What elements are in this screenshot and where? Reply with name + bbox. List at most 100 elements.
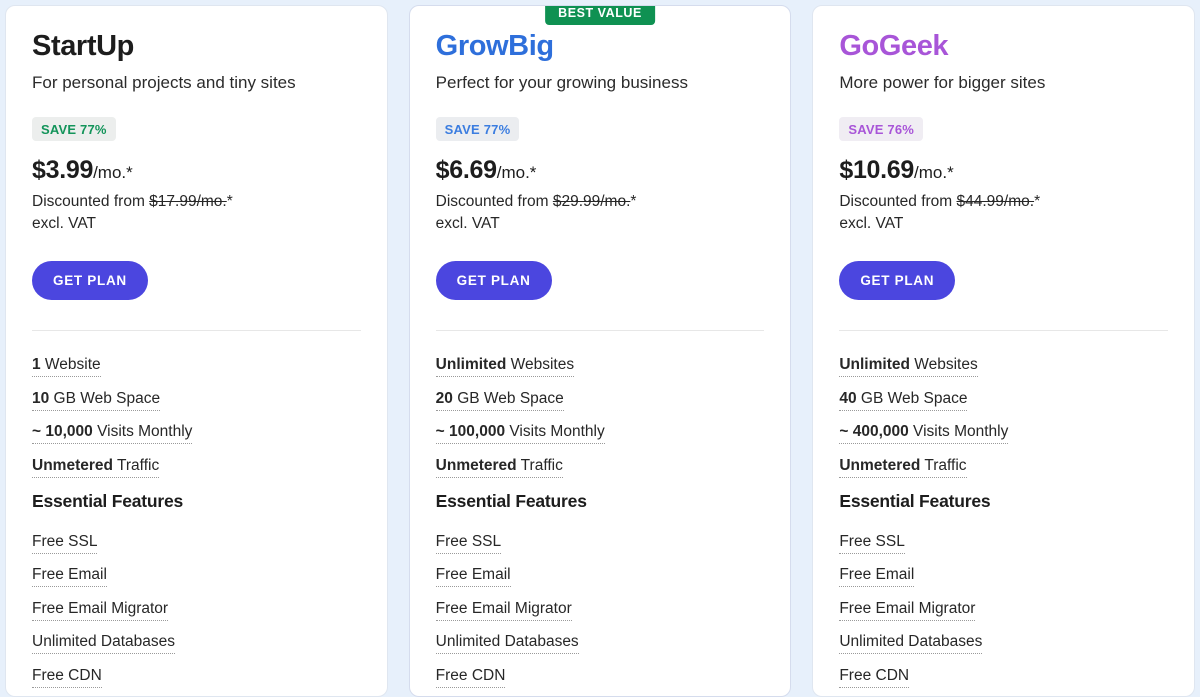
old-price: $17.99/mo. <box>149 192 227 210</box>
features-heading: Essential Features <box>435 491 587 512</box>
get-plan-button[interactable]: GET PLAN <box>839 260 956 301</box>
spec-label: Visits Monthly <box>908 423 1009 441</box>
feature-list: Free SSL Free Email Free Email Migrator … <box>435 532 765 696</box>
feature-item[interactable]: Free CDN <box>435 666 765 688</box>
spec-item[interactable]: 1 Website <box>32 356 361 378</box>
discount-line: Discounted from $44.99/mo.* <box>839 192 1168 213</box>
spec-list: 1 Website 10 GB Web Space ~ 10,000 Visit… <box>32 356 361 478</box>
get-plan-button[interactable]: GET PLAN <box>435 260 552 301</box>
save-badge: SAVE 77% <box>32 117 116 142</box>
spec-label: GB Web Space <box>49 389 161 407</box>
discount-prefix: Discounted from <box>32 192 150 210</box>
feature-item[interactable]: Free Email <box>32 566 361 588</box>
spec-value: Unmetered <box>435 456 517 474</box>
feature-item[interactable]: Free Email Migrator <box>32 599 361 621</box>
save-badge: SAVE 76% <box>839 117 924 142</box>
plan-title: StartUp <box>32 30 134 62</box>
spec-label: Websites <box>909 356 978 374</box>
spec-value: Unmetered <box>32 456 113 474</box>
spec-item[interactable]: Unlimited Websites <box>435 356 765 378</box>
discount-suffix: * <box>1034 192 1041 210</box>
feature-item[interactable]: Unlimited Databases <box>839 633 1168 655</box>
plan-card-gogeek[interactable]: GoGeek More power for bigger sites SAVE … <box>812 5 1196 697</box>
spec-item[interactable]: Unlimited Websites <box>839 356 1168 378</box>
pricing-plans-grid: StartUp For personal projects and tiny s… <box>0 0 1200 697</box>
spec-label: GB Web Space <box>452 389 564 407</box>
spec-item[interactable]: Unmetered Traffic <box>32 456 361 478</box>
spec-item[interactable]: ~ 10,000 Visits Monthly <box>32 423 361 445</box>
discount-prefix: Discounted from <box>435 192 553 210</box>
feature-item[interactable]: Unlimited Databases <box>32 633 361 655</box>
card-divider <box>435 330 765 332</box>
card-divider <box>839 330 1169 332</box>
price-period: /mo.* <box>914 163 954 183</box>
spec-item[interactable]: 40 GB Web Space <box>839 389 1168 411</box>
plan-tagline: Perfect for your growing business <box>435 73 688 93</box>
price-period: /mo.* <box>93 163 133 183</box>
spec-list: Unlimited Websites 20 GB Web Space ~ 100… <box>435 356 765 478</box>
spec-item[interactable]: ~ 400,000 Visits Monthly <box>839 423 1168 445</box>
feature-item[interactable]: Free Email Migrator <box>839 599 1168 621</box>
discount-suffix: * <box>226 192 233 210</box>
spec-item[interactable]: Unmetered Traffic <box>435 456 765 478</box>
price-amount: $6.69 <box>435 156 497 185</box>
feature-item[interactable]: Free SSL <box>435 532 765 554</box>
spec-label: Visits Monthly <box>92 423 193 441</box>
spec-value: 1 <box>32 356 41 374</box>
feature-item[interactable]: Free Email Migrator <box>435 599 765 621</box>
old-price: $44.99/mo. <box>956 192 1035 210</box>
spec-label: Websites <box>506 356 575 374</box>
spec-value: Unmetered <box>839 456 921 474</box>
feature-item[interactable]: Free CDN <box>839 666 1168 688</box>
features-heading: Essential Features <box>32 491 184 512</box>
save-badge: SAVE 77% <box>435 117 520 142</box>
spec-list: Unlimited Websites 40 GB Web Space ~ 400… <box>839 356 1168 478</box>
old-price: $29.99/mo. <box>552 192 631 210</box>
spec-label: Traffic <box>516 456 563 474</box>
feature-item[interactable]: Free Email <box>435 566 765 588</box>
plan-card-startup[interactable]: StartUp For personal projects and tiny s… <box>5 5 388 697</box>
plan-title: GoGeek <box>839 30 949 62</box>
price-row: $10.69/mo.* <box>839 157 1168 185</box>
feature-item[interactable]: Free SSL <box>32 532 361 554</box>
price-period: /mo.* <box>496 163 537 183</box>
features-heading: Essential Features <box>839 491 991 512</box>
spec-value: ~ 10,000 <box>32 423 93 441</box>
plan-tagline: For personal projects and tiny sites <box>32 73 296 93</box>
feature-list: Free SSL Free Email Free Email Migrator … <box>839 532 1168 696</box>
feature-item[interactable]: Unlimited Databases <box>435 633 765 655</box>
discount-prefix: Discounted from <box>839 192 957 210</box>
discount-line: Discounted from $29.99/mo.* <box>436 192 765 213</box>
spec-item[interactable]: Unmetered Traffic <box>839 456 1168 478</box>
spec-label: Visits Monthly <box>505 423 605 441</box>
vat-note: excl. VAT <box>839 214 904 232</box>
spec-value: ~ 400,000 <box>839 423 909 441</box>
feature-item[interactable]: Free SSL <box>839 532 1168 554</box>
spec-value: Unlimited <box>839 356 910 374</box>
feature-list: Free SSL Free Email Free Email Migrator … <box>32 532 361 696</box>
spec-value: Unlimited <box>435 356 507 374</box>
spec-value: 40 <box>839 389 857 407</box>
price-amount: $3.99 <box>32 156 94 185</box>
spec-value: ~ 100,000 <box>435 423 506 441</box>
discount-line: Discounted from $17.99/mo.* <box>32 192 361 213</box>
plan-card-growbig[interactable]: BEST VALUE GrowBig Perfect for your grow… <box>408 5 792 697</box>
spec-label: Website <box>40 356 101 374</box>
vat-note: excl. VAT <box>435 214 500 232</box>
spec-label: GB Web Space <box>856 389 968 407</box>
vat-note: excl. VAT <box>32 214 97 232</box>
price-row: $6.69/mo.* <box>436 157 765 185</box>
spec-item[interactable]: 10 GB Web Space <box>32 389 361 411</box>
feature-item[interactable]: Free Email <box>839 566 1168 588</box>
spec-value: 20 <box>435 389 453 407</box>
price-row: $3.99/mo.* <box>32 157 361 185</box>
spec-item[interactable]: ~ 100,000 Visits Monthly <box>435 423 765 445</box>
spec-item[interactable]: 20 GB Web Space <box>435 389 765 411</box>
best-value-badge: BEST VALUE <box>545 6 655 26</box>
card-divider <box>32 330 361 332</box>
feature-item[interactable]: Free CDN <box>32 666 361 688</box>
spec-label: Traffic <box>920 456 967 474</box>
price-amount: $10.69 <box>839 156 915 185</box>
spec-value: 10 <box>32 389 50 407</box>
get-plan-button[interactable]: GET PLAN <box>32 260 148 301</box>
